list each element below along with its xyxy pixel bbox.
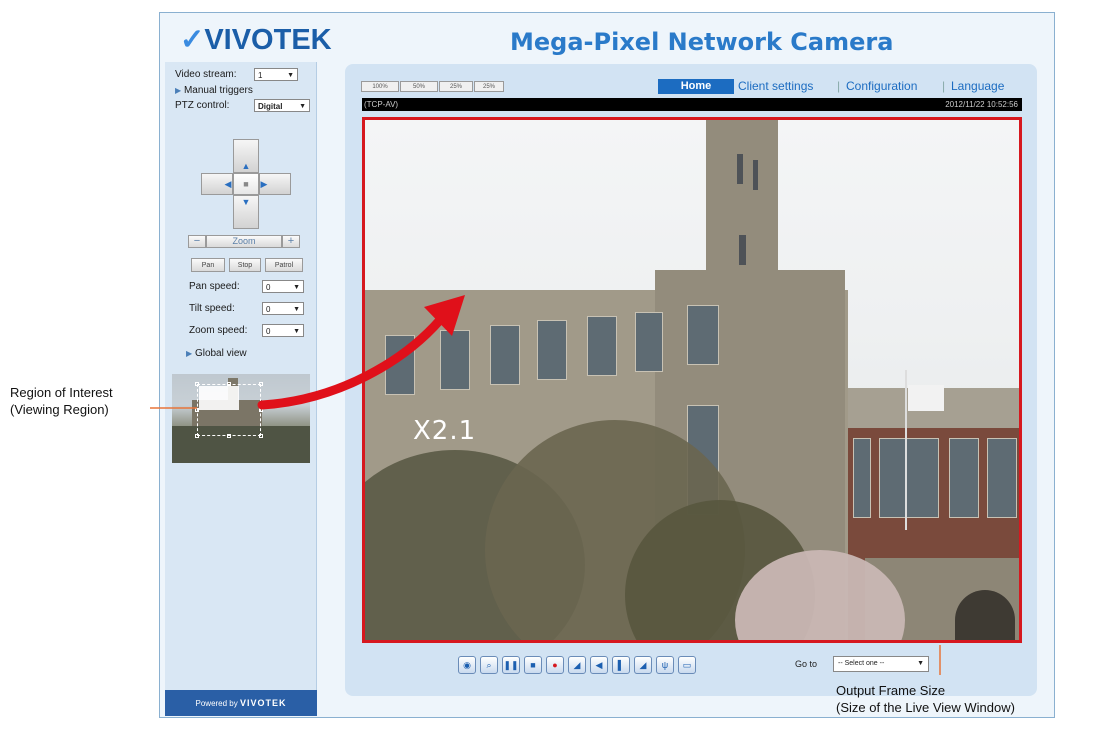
annotation-overlay (150, 295, 941, 675)
output-annotation-line2: (Size of the Live View Window) (836, 700, 1015, 715)
roi-annotation: Region of Interest (Viewing Region) (10, 384, 113, 418)
roi-annotation-line1: Region of Interest (10, 385, 113, 400)
roi-annotation-line2: (Viewing Region) (10, 402, 109, 417)
zoom-arrow-shaft (257, 315, 445, 410)
output-annotation: Output Frame Size (Size of the Live View… (836, 682, 1015, 716)
output-annotation-line1: Output Frame Size (836, 683, 946, 698)
